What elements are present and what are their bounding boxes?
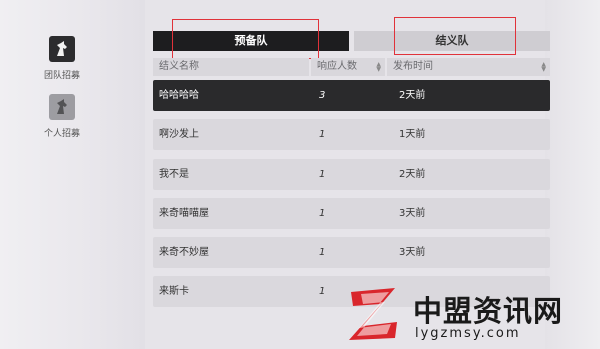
table-header: 结义名称 响应人数 ▲ ▼ 发布时间 ▲ ▼ [153,58,550,76]
horse-head-icon [49,94,75,120]
row-name: 我不是 [159,169,189,180]
column-header-label: 结义名称 [159,61,199,72]
row-response-count: 1 [319,169,326,180]
row-publish-time: 2天前 [399,169,426,180]
table-row[interactable]: 来奇不妙屋 1 3天前 [153,237,550,268]
table-row[interactable]: 哈哈哈哈 3 2天前 [153,80,550,111]
row-response-count: 1 [319,286,326,297]
sidebar-item-label: 团队招募 [43,71,80,81]
table-row[interactable]: 啊沙发上 1 1天前 [153,119,550,150]
watermark-url: lygzmsy.com [415,326,521,341]
annotation-box-sworn [394,17,516,55]
column-header-name[interactable]: 结义名称 [153,58,309,76]
column-header-time[interactable]: 发布时间 ▲ ▼ [387,58,550,76]
row-response-count: 1 [319,129,326,140]
row-name: 啊沙发上 [159,129,199,140]
sidebar-item-team-recruit[interactable]: 团队招募 [42,36,82,81]
row-publish-time: 3天前 [399,208,426,219]
z-logo-icon [349,288,397,340]
table-row[interactable]: 我不是 1 2天前 [153,159,550,190]
watermark-title: 中盟资讯网 [413,294,564,328]
column-header-label: 发布时间 [393,61,433,72]
sort-arrows-icon: ▲ ▼ [541,61,546,73]
row-response-count: 3 [319,90,326,101]
row-name: 来奇喵喵屋 [159,208,209,219]
sort-arrows-icon: ▲ ▼ [376,61,381,73]
row-name: 来斯卡 [159,286,189,297]
row-name: 哈哈哈哈 [159,90,199,101]
row-name: 来奇不妙屋 [159,247,209,258]
row-response-count: 1 [319,247,326,258]
sidebar-item-personal-recruit[interactable]: 个人招募 [42,94,82,139]
sidebar-item-label: 个人招募 [43,129,80,139]
row-publish-time: 1天前 [399,129,426,140]
horse-head-icon [49,36,75,62]
table-row[interactable]: 来奇喵喵屋 1 3天前 [153,198,550,229]
row-publish-time: 2天前 [399,90,426,101]
column-header-responses[interactable]: 响应人数 ▲ ▼ [311,58,385,76]
row-response-count: 1 [319,208,326,219]
column-header-label: 响应人数 [317,61,357,72]
row-publish-time: 3天前 [399,247,426,258]
annotation-box-reserve [172,19,319,59]
